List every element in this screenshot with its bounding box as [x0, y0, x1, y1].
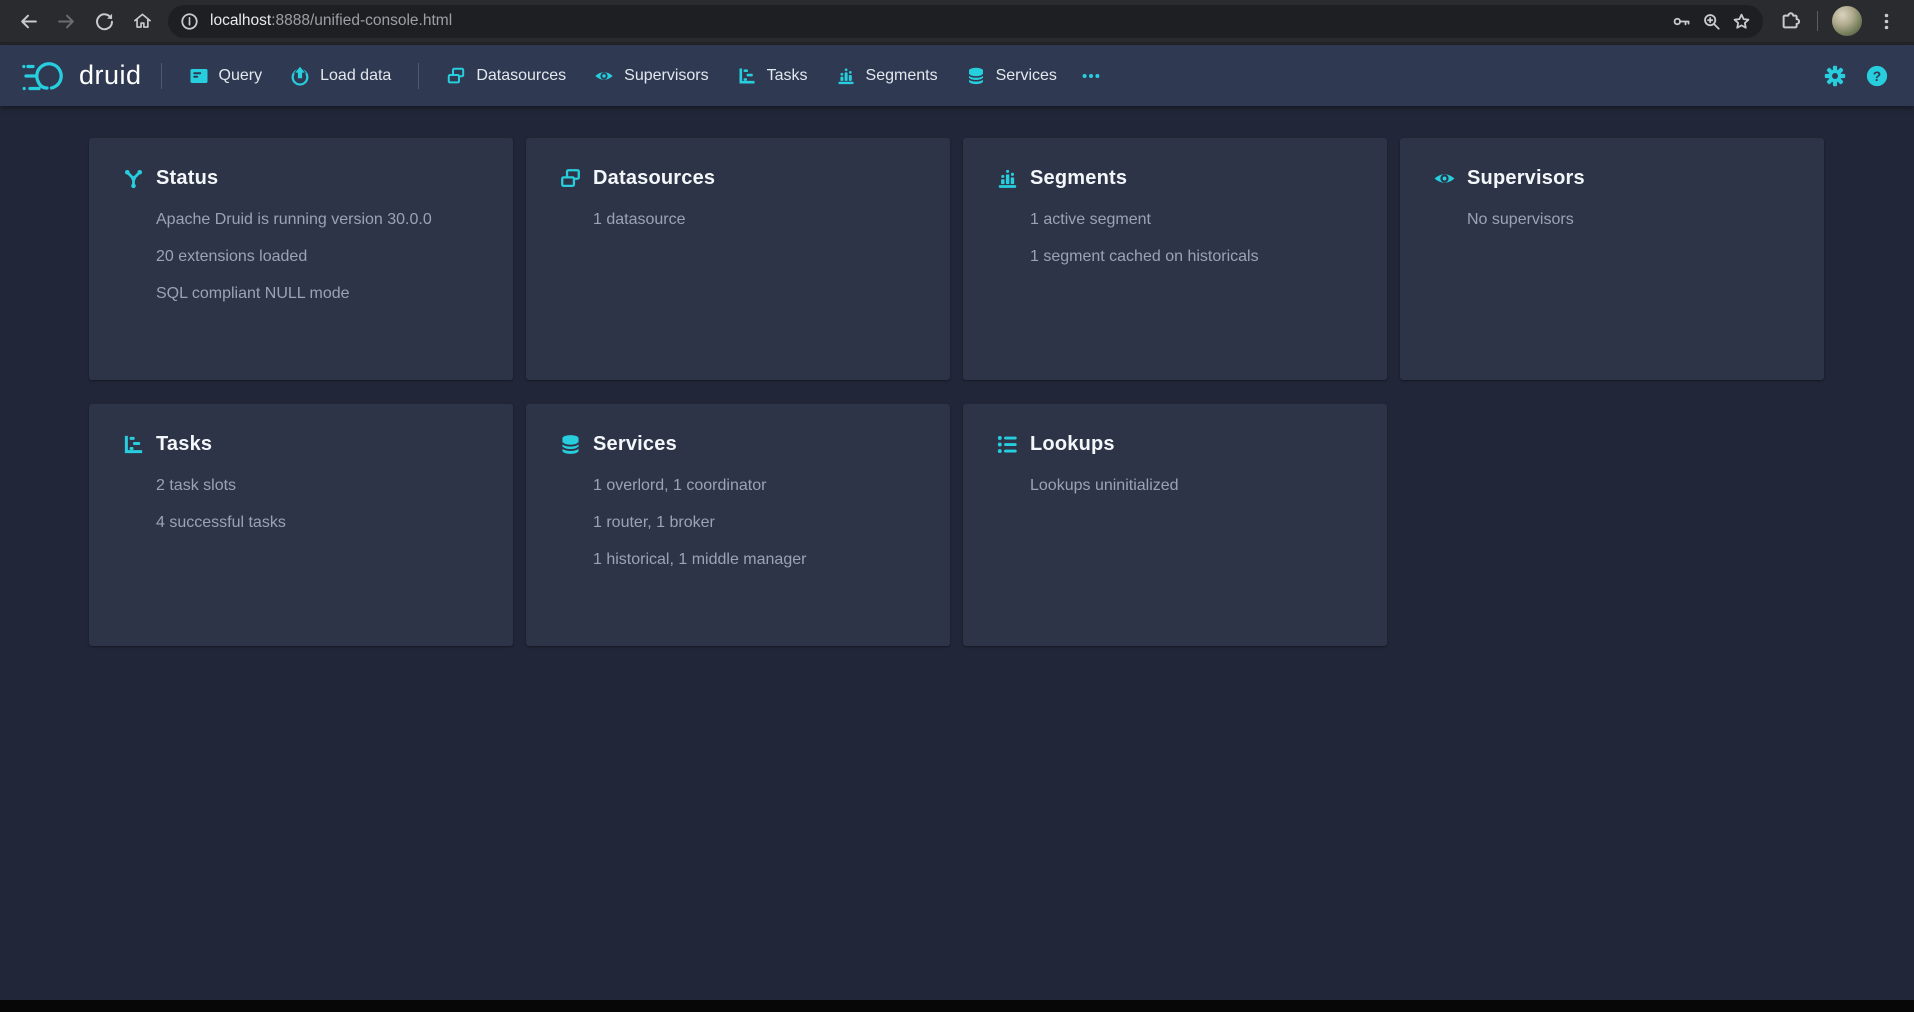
nav-more-button[interactable] [1071, 57, 1111, 95]
load-data-icon [290, 66, 310, 86]
card-line: 20 extensions loaded [156, 248, 487, 266]
help-icon[interactable]: ? [1866, 65, 1888, 87]
url-text[interactable]: localhost:8888/unified-console.html [210, 12, 1666, 30]
navbar-divider [418, 63, 419, 89]
supervisors-icon [1433, 167, 1456, 190]
druid-logo[interactable]: druid [16, 58, 148, 94]
druid-wordmark: druid [79, 60, 142, 91]
nav-item-supervisors[interactable]: Supervisors [582, 57, 720, 95]
druid-logo-icon [22, 58, 68, 94]
home-view: Status Apache Druid is running version 3… [0, 106, 1914, 646]
nav-item-label: Tasks [767, 67, 808, 85]
card-lookups[interactable]: Lookups Lookups uninitialized [963, 404, 1387, 646]
browser-back-button[interactable] [10, 3, 46, 39]
card-line: 1 datasource [593, 211, 924, 229]
tasks-icon [737, 66, 757, 86]
url-path: :8888/unified-console.html [271, 12, 452, 29]
browser-toolbar: localhost:8888/unified-console.html [0, 0, 1914, 45]
card-status[interactable]: Status Apache Druid is running version 3… [89, 138, 513, 380]
nav-item-load-data[interactable]: Load data [278, 57, 403, 95]
nav-item-segments[interactable]: Segments [824, 57, 950, 95]
card-line: 2 task slots [156, 477, 487, 495]
browser-forward-button[interactable] [48, 3, 84, 39]
more-dots-icon [1081, 66, 1101, 86]
profile-avatar[interactable] [1832, 6, 1862, 36]
card-title: Segments [1030, 167, 1127, 190]
card-datasources[interactable]: Datasources 1 datasource [526, 138, 950, 380]
tasks-icon [122, 433, 145, 456]
url-host: localhost [210, 12, 271, 29]
card-title: Datasources [593, 167, 715, 190]
nav-item-services[interactable]: Services [954, 57, 1069, 95]
card-services[interactable]: Services 1 overlord, 1 coordinator 1 rou… [526, 404, 950, 646]
datasources-icon [446, 66, 466, 86]
segments-icon [996, 167, 1019, 190]
nav-item-label: Query [219, 67, 263, 85]
lookups-icon [996, 433, 1019, 456]
toolbar-divider [1817, 11, 1818, 31]
card-line: 1 segment cached on historicals [1030, 248, 1361, 266]
supervisors-icon [594, 66, 614, 86]
password-manager-icon[interactable] [1666, 6, 1696, 36]
extensions-icon[interactable] [1771, 3, 1807, 39]
card-line: 1 router, 1 broker [593, 514, 924, 532]
card-line: 4 successful tasks [156, 514, 487, 532]
browser-home-button[interactable] [124, 3, 160, 39]
nav-item-label: Load data [320, 67, 391, 85]
card-supervisors[interactable]: Supervisors No supervisors [1400, 138, 1824, 380]
bookmark-star-icon[interactable] [1726, 6, 1756, 36]
druid-navbar: druid Query Load data Da [0, 45, 1914, 106]
card-tasks[interactable]: Tasks 2 task slots 4 successful tasks [89, 404, 513, 646]
nav-item-label: Supervisors [624, 67, 708, 85]
query-icon [189, 66, 209, 86]
card-line: 1 historical, 1 middle manager [593, 551, 924, 569]
card-title: Lookups [1030, 433, 1115, 456]
nav-item-datasources[interactable]: Datasources [434, 57, 578, 95]
card-line: 1 active segment [1030, 211, 1361, 229]
status-icon [122, 167, 145, 190]
nav-item-label: Segments [866, 67, 938, 85]
card-line: Lookups uninitialized [1030, 477, 1361, 495]
nav-item-label: Services [996, 67, 1057, 85]
nav-item-label: Datasources [476, 67, 566, 85]
card-segments[interactable]: Segments 1 active segment 1 segment cach… [963, 138, 1387, 380]
services-icon [966, 66, 986, 86]
card-title: Tasks [156, 433, 212, 456]
browser-menu-icon[interactable] [1868, 3, 1904, 39]
address-bar[interactable]: localhost:8888/unified-console.html [168, 5, 1763, 38]
nav-item-query[interactable]: Query [177, 57, 275, 95]
navbar-divider [161, 63, 162, 89]
datasources-icon [559, 167, 582, 190]
nav-item-tasks[interactable]: Tasks [725, 57, 820, 95]
card-title: Supervisors [1467, 167, 1585, 190]
card-title: Services [593, 433, 677, 456]
card-line: SQL compliant NULL mode [156, 285, 487, 303]
card-title: Status [156, 167, 218, 190]
card-line: 1 overlord, 1 coordinator [593, 477, 924, 495]
svg-text:?: ? [1873, 68, 1881, 83]
services-icon [559, 433, 582, 456]
settings-gear-icon[interactable] [1824, 65, 1846, 87]
card-grid: Status Apache Druid is running version 3… [89, 138, 1914, 646]
site-info-icon[interactable] [174, 6, 204, 36]
bottom-edge [0, 1000, 1914, 1012]
browser-reload-button[interactable] [86, 3, 122, 39]
segments-icon [836, 66, 856, 86]
card-line: Apache Druid is running version 30.0.0 [156, 211, 487, 229]
zoom-page-icon[interactable] [1696, 6, 1726, 36]
card-line: No supervisors [1467, 211, 1798, 229]
